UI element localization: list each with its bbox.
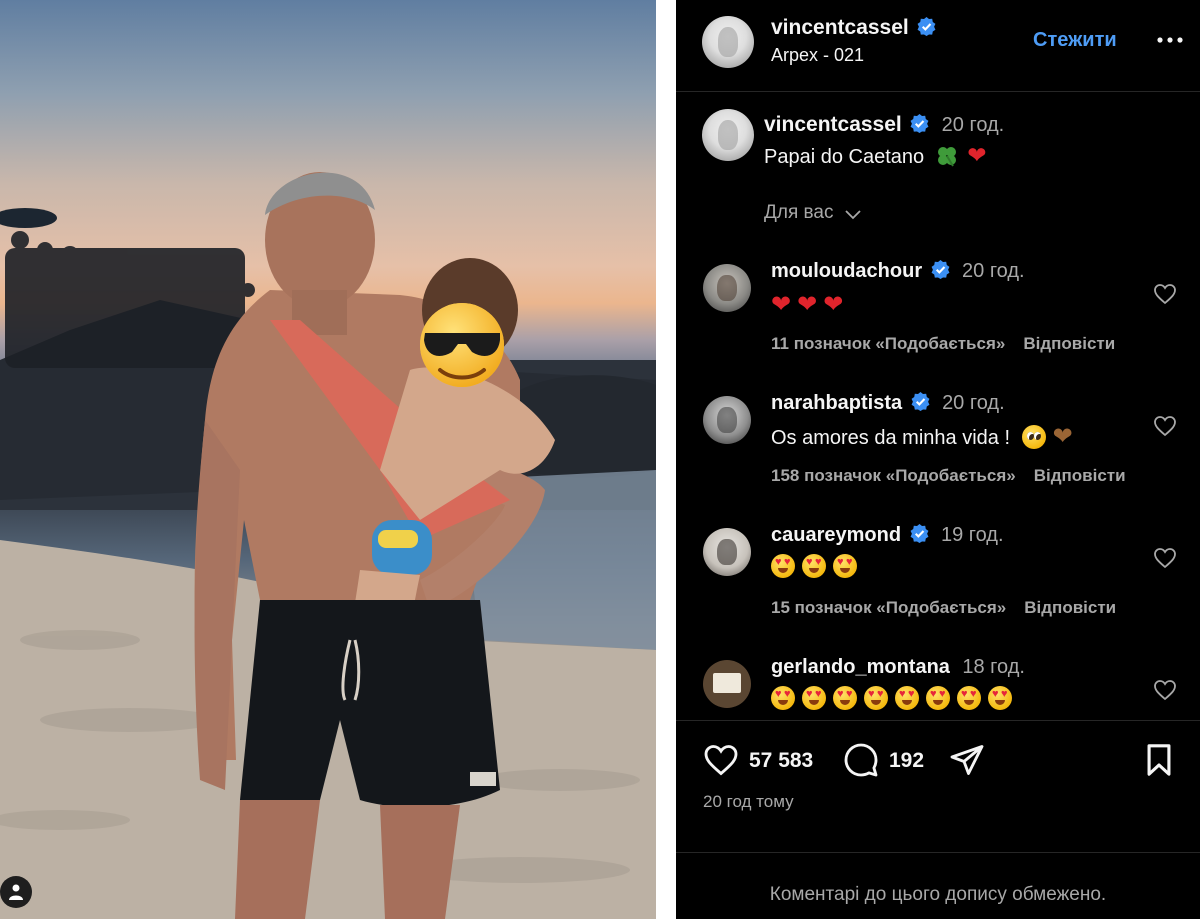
verified-badge-icon [911, 392, 930, 411]
heart-eyes-icon [864, 686, 888, 710]
heart-eyes-icon [957, 686, 981, 710]
actions-divider [676, 720, 1200, 721]
comment-likes-count[interactable]: 15 позначок «Подобається» [771, 598, 1006, 617]
verified-badge-icon [910, 114, 929, 133]
comment-text [771, 686, 1019, 711]
follow-button[interactable]: Стежити [1033, 29, 1117, 52]
commenter-avatar[interactable] [703, 660, 751, 708]
caption-header: vincentcassel 20 год. [764, 113, 1004, 137]
commenter-username[interactable]: cauareymond [771, 524, 901, 546]
share-send-icon[interactable] [948, 742, 986, 778]
red-heart-icon: ❤ [967, 142, 987, 168]
caption-text: Papai do Caetano [764, 146, 925, 168]
photo-scene [0, 172, 656, 919]
like-comment-icon[interactable] [1153, 546, 1177, 570]
red-heart-icon: ❤ [823, 291, 844, 318]
red-heart-icon: ❤ [771, 291, 792, 318]
comment-filter-dropdown[interactable]: Для вас [764, 202, 861, 224]
comment-item: cauareymond 19 год. 15 позначок «Подобає… [676, 524, 1200, 644]
verified-badge-icon [917, 17, 936, 36]
comment-filter-label: Для вас [764, 202, 834, 223]
comment-text [771, 554, 864, 579]
post-photo[interactable] [0, 0, 656, 919]
reply-button[interactable]: Відповісти [1034, 466, 1126, 485]
comment-header: mouloudachour 20 год. [771, 260, 1025, 283]
caption: Papai do Caetano ❤ [764, 142, 993, 169]
heart-eyes-icon [988, 686, 1012, 710]
commenter-username[interactable]: narahbaptista [771, 392, 902, 414]
save-bookmark-icon[interactable] [1142, 742, 1176, 778]
comment-likes-count[interactable]: 158 позначок «Подобається» [771, 466, 1016, 485]
caption-author-avatar[interactable] [702, 109, 754, 161]
like-comment-icon[interactable] [1153, 414, 1177, 438]
verified-badge-icon [910, 524, 928, 543]
footer-divider [676, 852, 1200, 853]
heart-eyes-icon [771, 554, 795, 578]
like-comment-icon[interactable] [1153, 282, 1177, 306]
comment-meta: 11 позначок «Подобається» Відповісти [771, 334, 1115, 354]
commenter-username[interactable]: gerlando_montana [771, 656, 950, 678]
author-avatar[interactable] [702, 16, 754, 68]
red-heart-icon: ❤ [797, 291, 818, 318]
comment-time: 20 год. [962, 260, 1025, 282]
comment-header: gerlando_montana 18 год. [771, 656, 1025, 679]
comment-time: 18 год. [962, 656, 1025, 678]
comment-header: narahbaptista 20 год. [771, 392, 1005, 415]
comment-text: ❤ ❤ ❤ [771, 290, 849, 319]
reply-button[interactable]: Відповісти [1024, 598, 1116, 617]
post-actions-bar: 57 583 192 [676, 740, 1200, 788]
pleading-face-icon [1021, 425, 1046, 449]
heart-eyes-icon [802, 686, 826, 710]
author-block: vincentcassel [771, 16, 936, 40]
post-detail-panel: vincentcassel Arpex - 021 Стежити vincen… [676, 0, 1200, 919]
comment-bubble-icon[interactable] [842, 742, 880, 778]
heart-eyes-icon [802, 554, 826, 578]
like-heart-icon[interactable] [702, 742, 740, 778]
chevron-down-icon [845, 210, 861, 220]
reply-button[interactable]: Відповісти [1023, 334, 1115, 353]
post-header: vincentcassel Arpex - 021 Стежити [676, 0, 1200, 92]
comments-restricted-notice: Коментарі до цього допису обмежено. [769, 884, 1107, 905]
caption-time: 20 год. [941, 114, 1005, 136]
four-leaf-clover-icon [937, 147, 956, 167]
heart-eyes-icon [833, 686, 857, 710]
commenter-username[interactable]: mouloudachour [771, 260, 922, 282]
more-options-icon[interactable] [1154, 28, 1186, 52]
commenter-avatar[interactable] [703, 396, 751, 444]
comment-meta: 158 позначок «Подобається» Відповісти [771, 466, 1126, 486]
brown-heart-icon: ❤ [1052, 423, 1073, 450]
commenter-avatar[interactable] [703, 264, 751, 312]
heart-eyes-icon [771, 686, 795, 710]
heart-eyes-icon [833, 554, 857, 578]
commenter-avatar[interactable] [703, 528, 751, 576]
post-timestamp[interactable]: 20 год тому [703, 792, 794, 812]
comment-text-row: Os amores da minha vida ! ❤ [771, 422, 1073, 451]
image-gutter [656, 0, 676, 919]
author-username[interactable]: vincentcassel [771, 16, 909, 39]
comment-item: narahbaptista 20 год. Os amores da minha… [676, 392, 1200, 512]
tagged-people-icon[interactable] [0, 876, 32, 908]
comment-header: cauareymond 19 год. [771, 524, 1004, 547]
comment-likes-count[interactable]: 11 позначок «Подобається» [771, 334, 1005, 353]
like-comment-icon[interactable] [1153, 678, 1177, 702]
comment-item: mouloudachour 20 год. ❤ ❤ ❤ 11 позначок «П… [676, 260, 1200, 380]
caption-author-username[interactable]: vincentcassel [764, 113, 902, 136]
verified-badge-icon [931, 260, 949, 279]
comment-text: Os amores da minha vida ! [771, 427, 1010, 449]
comment-time: 20 год. [942, 392, 1005, 414]
post-location[interactable]: Arpex - 021 [771, 45, 864, 66]
heart-eyes-icon [926, 686, 950, 710]
comment-time: 19 год. [940, 524, 1004, 546]
comment-item: gerlando_montana 18 год. [676, 656, 1200, 720]
likes-count[interactable]: 57 583 [749, 749, 813, 773]
comment-meta: 15 позначок «Подобається» Відповісти [771, 598, 1116, 618]
comments-count[interactable]: 192 [889, 749, 924, 773]
heart-eyes-icon [895, 686, 919, 710]
